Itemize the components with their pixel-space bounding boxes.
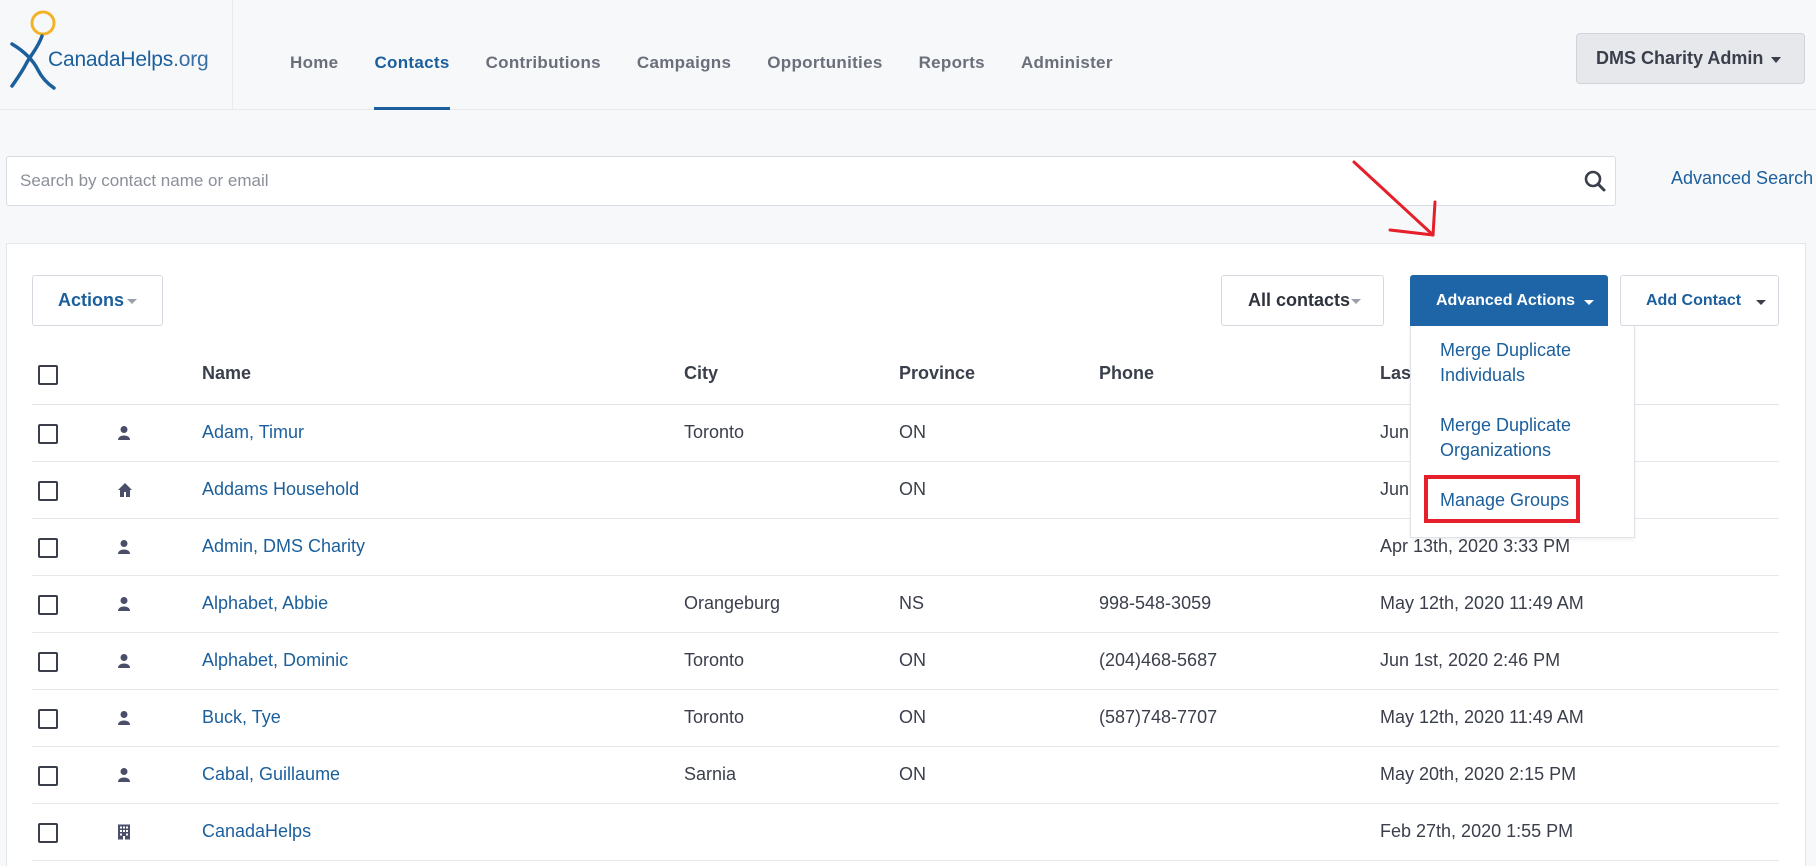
contact-filter-label: All contacts [1248,290,1351,310]
contact-filter-select[interactable]: All contacts [1221,275,1384,326]
menu-item-merge-duplicate-individuals[interactable]: Merge Duplicate Individuals [1440,338,1610,388]
user-menu-label: DMS Charity Admin [1596,48,1764,68]
person-icon [117,596,131,612]
menu-item-merge-duplicate-organizations[interactable]: Merge Duplicate Organizations [1440,413,1610,463]
table-row[interactable]: Alphabet, Abbie Orangeburg NS 998-548-3059 M… [32,576,1779,633]
contact-name-link[interactable]: Alphabet, Dominic [202,650,348,671]
table-row[interactable]: Buck, Tye Toronto ON (587)748-7707 May 12th,… [32,690,1779,747]
contact-city: Sarnia [684,764,737,784]
search-icon[interactable] [1584,170,1606,192]
contact-last-updated: May 12th, 2020 11:49 AM [1380,593,1584,613]
person-icon [117,425,131,441]
contact-province: ON [899,650,926,670]
contact-last-updated: May 12th, 2020 11:49 AM [1380,707,1584,727]
row-checkbox[interactable] [38,709,58,729]
row-checkbox[interactable] [38,481,58,501]
column-header-phone[interactable]: Phone [1099,363,1154,384]
row-checkbox[interactable] [38,652,58,672]
logo-text: CanadaHelps.org [48,48,209,71]
table-row[interactable]: CanadaHelps Feb 27th, 2020 1:55 PM [32,804,1779,861]
contact-phone: (204)468-5687 [1099,650,1218,670]
contact-name-link[interactable]: Addams Household [202,479,359,500]
contact-city: Orangeburg [684,593,781,613]
row-checkbox[interactable] [38,595,58,615]
row-checkbox[interactable] [38,823,58,843]
nav-contacts[interactable]: Contacts [356,0,467,110]
contact-phone: (587)748-7707 [1099,707,1218,727]
contact-phone: 998-548-3059 [1099,593,1212,613]
contact-city: Toronto [684,707,745,727]
select-all-checkbox[interactable] [38,365,58,385]
advanced-actions-label: Advanced Actions [1436,291,1575,309]
person-icon [117,653,131,669]
column-header-province[interactable]: Province [899,363,975,384]
advanced-search-link[interactable]: Advanced Search [1671,168,1813,189]
caret-down-icon [1584,300,1594,305]
person-icon [117,710,131,726]
column-header-name[interactable]: Name [202,363,251,384]
contact-name-link[interactable]: Buck, Tye [202,707,281,728]
nav-campaigns[interactable]: Campaigns [619,0,749,110]
caret-down-icon [1771,57,1781,63]
home-icon [117,482,132,498]
contact-last-updated: Feb 27th, 2020 1:55 PM [1380,821,1574,841]
row-checkbox[interactable] [38,766,58,786]
building-icon [117,824,131,840]
contact-name-link[interactable]: Adam, Timur [202,422,304,443]
top-header: CanadaHelps.org Home Contacts Contributi… [0,0,1816,110]
contact-last-updated: May 20th, 2020 2:15 PM [1380,764,1577,784]
caret-down-icon [1351,299,1361,304]
table-row[interactable]: Cabal, Guillaume Sarnia ON May 20th, 2020 2… [32,747,1779,804]
nav-administer[interactable]: Administer [1003,0,1131,110]
nav-contributions[interactable]: Contributions [468,0,619,110]
person-icon [117,767,131,783]
contact-last-updated: Jun [1380,479,1410,499]
add-contact-button[interactable]: Add Contact [1620,275,1779,326]
contact-name-link[interactable]: CanadaHelps [202,821,311,842]
annotation-arrow-icon [1352,160,1437,237]
contact-province: ON [899,422,926,442]
logo[interactable]: CanadaHelps.org [0,0,233,110]
nav-home[interactable]: Home [272,0,356,110]
person-icon [117,539,131,555]
advanced-actions-menu: Merge Duplicate Individuals Merge Duplic… [1410,326,1635,538]
contact-city: Toronto [684,422,745,442]
actions-label: Actions [58,290,125,310]
contact-last-updated: Jun 1st, 2020 2:46 PM [1380,650,1561,670]
contact-province: NS [899,593,925,613]
contact-city: Toronto [684,650,745,670]
advanced-actions-button[interactable]: Advanced Actions [1410,275,1608,326]
add-contact-label: Add Contact [1646,291,1742,309]
nav-reports[interactable]: Reports [901,0,1003,110]
contact-name-link[interactable]: Cabal, Guillaume [202,764,340,785]
contact-last-updated: Apr 13th, 2020 3:33 PM [1380,536,1571,556]
contact-province: ON [899,707,926,727]
menu-item-manage-groups[interactable]: Manage Groups [1440,488,1610,513]
column-header-city[interactable]: City [684,363,718,384]
row-checkbox[interactable] [38,424,58,444]
row-checkbox[interactable] [38,538,58,558]
main-nav: Home Contacts Contributions Campaigns Op… [272,0,1131,110]
contact-name-link[interactable]: Alphabet, Abbie [202,593,328,614]
table-row[interactable]: Alphabet, Dominic Toronto ON (204)468-5687 J… [32,633,1779,690]
nav-opportunities[interactable]: Opportunities [749,0,900,110]
user-menu-button[interactable]: DMS Charity Admin [1576,33,1805,84]
contact-province: ON [899,479,926,499]
caret-down-icon [1756,300,1766,305]
actions-button[interactable]: Actions [32,275,163,326]
contact-name-link[interactable]: Admin, DMS Charity [202,536,365,557]
contact-province: ON [899,764,926,784]
contact-last-updated: Jun [1380,422,1410,442]
caret-down-icon [127,299,137,304]
